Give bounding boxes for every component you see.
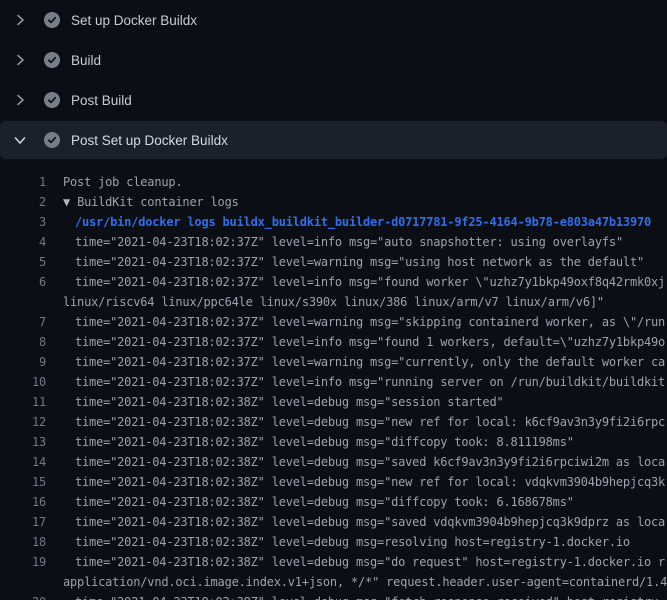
- log-text: time="2021-04-23T18:02:37Z" level=warnin…: [63, 312, 667, 332]
- step-title: Post Set up Docker Buildx: [71, 133, 228, 148]
- log-text: time="2021-04-23T18:02:37Z" level=info m…: [63, 232, 667, 252]
- line-number[interactable]: 3: [0, 212, 46, 232]
- line-number[interactable]: 7: [0, 312, 46, 332]
- log-text: time="2021-04-23T18:02:38Z" level=debug …: [63, 592, 667, 600]
- log-text: time="2021-04-23T18:02:38Z" level=debug …: [63, 452, 667, 472]
- chevron-right-icon[interactable]: [12, 92, 28, 108]
- log-line: 9 time="2021-04-23T18:02:37Z" level=warn…: [0, 352, 667, 372]
- group-toggle-triangle-icon[interactable]: ▼: [63, 195, 77, 209]
- log-text: time="2021-04-23T18:02:37Z" level=info m…: [63, 332, 667, 352]
- log-line: 8 time="2021-04-23T18:02:37Z" level=info…: [0, 332, 667, 352]
- log-text: time="2021-04-23T18:02:38Z" level=debug …: [63, 432, 667, 452]
- log-line: 4 time="2021-04-23T18:02:37Z" level=info…: [0, 232, 667, 252]
- line-number[interactable]: 2: [0, 192, 46, 212]
- line-number[interactable]: 1: [0, 172, 46, 192]
- line-number[interactable]: 11: [0, 392, 46, 412]
- log-text: time="2021-04-23T18:02:38Z" level=debug …: [63, 412, 667, 432]
- step-title: Build: [71, 53, 101, 68]
- line-number[interactable]: 13: [0, 432, 46, 452]
- log-line: 13 time="2021-04-23T18:02:38Z" level=deb…: [0, 432, 667, 452]
- actions-log-viewer: Set up Docker Buildx Build: [0, 0, 667, 600]
- check-circle-icon: [44, 132, 60, 148]
- line-number[interactable]: 14: [0, 452, 46, 472]
- log-line: 11 time="2021-04-23T18:02:38Z" level=deb…: [0, 392, 667, 412]
- log-line: 16 time="2021-04-23T18:02:38Z" level=deb…: [0, 492, 667, 512]
- log-text: ▼ BuildKit container logs: [63, 192, 667, 212]
- log-text: Post job cleanup.: [63, 172, 667, 192]
- log-line: 5 time="2021-04-23T18:02:37Z" level=warn…: [0, 252, 667, 272]
- step-header-set-up-docker-buildx[interactable]: Set up Docker Buildx: [0, 0, 667, 40]
- step-title: Set up Docker Buildx: [71, 13, 197, 28]
- check-circle-icon: [44, 52, 60, 68]
- log-line: 2 ▼ BuildKit container logs: [0, 192, 667, 212]
- line-number[interactable]: 8: [0, 332, 46, 352]
- line-number[interactable]: 5: [0, 252, 46, 272]
- step-header-post-set-up-docker-buildx[interactable]: Post Set up Docker Buildx: [0, 121, 667, 159]
- check-circle-icon: [44, 92, 60, 108]
- log-output: 1 Post job cleanup. 2 ▼ BuildKit contain…: [0, 160, 667, 600]
- line-number[interactable]: 20: [0, 592, 46, 600]
- log-text: time="2021-04-23T18:02:37Z" level=info m…: [63, 372, 667, 392]
- log-text: time="2021-04-23T18:02:38Z" level=debug …: [63, 532, 667, 552]
- log-text: time="2021-04-23T18:02:38Z" level=debug …: [63, 392, 667, 412]
- step-title: Post Build: [71, 93, 132, 108]
- log-line: 14 time="2021-04-23T18:02:38Z" level=deb…: [0, 452, 667, 472]
- log-line: 20 time="2021-04-23T18:02:38Z" level=deb…: [0, 592, 667, 600]
- chevron-right-icon[interactable]: [12, 12, 28, 28]
- log-line: 6 time="2021-04-23T18:02:37Z" level=info…: [0, 272, 667, 312]
- line-number[interactable]: 16: [0, 492, 46, 512]
- log-text: time="2021-04-23T18:02:38Z" level=debug …: [63, 492, 667, 512]
- line-number[interactable]: 6: [0, 272, 46, 292]
- log-line: 7 time="2021-04-23T18:02:37Z" level=warn…: [0, 312, 667, 332]
- log-text: /usr/bin/docker logs buildx_buildkit_bui…: [63, 212, 667, 232]
- log-text: time="2021-04-23T18:02:38Z" level=debug …: [63, 472, 667, 492]
- log-line: 12 time="2021-04-23T18:02:38Z" level=deb…: [0, 412, 667, 432]
- log-line: 1 Post job cleanup.: [0, 172, 667, 192]
- log-line: 10 time="2021-04-23T18:02:37Z" level=inf…: [0, 372, 667, 392]
- log-line: 18 time="2021-04-23T18:02:38Z" level=deb…: [0, 532, 667, 552]
- log-text-wrapped: linux/riscv64 linux/ppc64le linux/s390x …: [63, 292, 667, 312]
- line-number[interactable]: 17: [0, 512, 46, 532]
- chevron-down-icon[interactable]: [12, 132, 28, 148]
- step-header-post-build[interactable]: Post Build: [0, 80, 667, 120]
- step-header-build[interactable]: Build: [0, 40, 667, 80]
- log-line: 15 time="2021-04-23T18:02:38Z" level=deb…: [0, 472, 667, 492]
- chevron-right-icon[interactable]: [12, 52, 28, 68]
- line-number[interactable]: 19: [0, 552, 46, 572]
- line-number[interactable]: 18: [0, 532, 46, 552]
- check-circle-icon: [44, 12, 60, 28]
- log-line: 17 time="2021-04-23T18:02:38Z" level=deb…: [0, 512, 667, 532]
- line-number[interactable]: 12: [0, 412, 46, 432]
- log-line: 3 /usr/bin/docker logs buildx_buildkit_b…: [0, 212, 667, 232]
- log-text-wrapped: application/vnd.oci.image.index.v1+json,…: [63, 572, 667, 592]
- step-list: Set up Docker Buildx Build: [0, 0, 667, 159]
- log-text: time="2021-04-23T18:02:37Z" level=info m…: [63, 272, 667, 292]
- line-number[interactable]: 15: [0, 472, 46, 492]
- log-text: time="2021-04-23T18:02:37Z" level=warnin…: [63, 252, 667, 272]
- log-text: time="2021-04-23T18:02:38Z" level=debug …: [63, 552, 667, 572]
- log-text: time="2021-04-23T18:02:37Z" level=warnin…: [63, 352, 667, 372]
- group-label: BuildKit container logs: [77, 195, 239, 209]
- line-number[interactable]: 4: [0, 232, 46, 252]
- line-number[interactable]: 10: [0, 372, 46, 392]
- log-line: 19 time="2021-04-23T18:02:38Z" level=deb…: [0, 552, 667, 592]
- line-number[interactable]: 9: [0, 352, 46, 372]
- log-text: time="2021-04-23T18:02:38Z" level=debug …: [63, 512, 667, 532]
